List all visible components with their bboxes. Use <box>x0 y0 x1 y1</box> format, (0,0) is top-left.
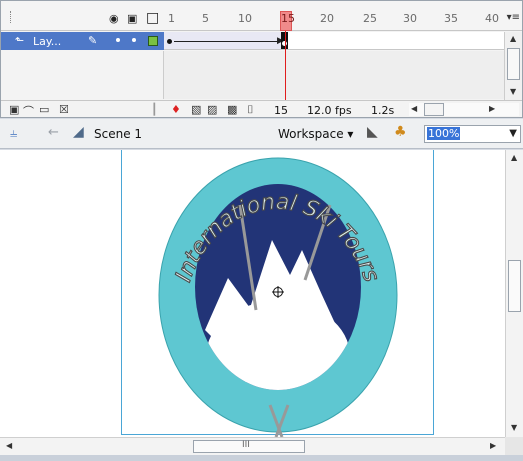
zoom-value[interactable]: 100% <box>427 127 461 140</box>
scene-label[interactable]: Scene 1 <box>94 127 142 141</box>
ruler-label: 30 <box>403 12 417 25</box>
ruler-label: 1 <box>168 12 175 25</box>
motion-tween-line <box>174 41 282 42</box>
visibility-dot[interactable] <box>116 38 120 42</box>
ruler-label: 35 <box>444 12 458 25</box>
timeline-horizontal-scrollbar[interactable]: ◀ ▶ <box>409 103 519 116</box>
scroll-up-icon[interactable]: ▲ <box>511 153 517 162</box>
scroll-right-icon[interactable]: ▶ <box>489 104 495 113</box>
layer-name[interactable]: Lay... <box>33 35 61 48</box>
layer-list-empty <box>1 51 164 99</box>
edit-multiple-frames-icon[interactable]: ▩ <box>227 103 237 116</box>
zoom-dropdown[interactable]: 100% ▼ <box>424 125 521 143</box>
logo-graphic[interactable]: International Ski Tours <box>0 150 505 437</box>
scroll-right-icon[interactable]: ▶ <box>490 441 496 450</box>
panel-menu-icon[interactable]: ▾≡ <box>507 12 520 23</box>
frame-rate[interactable]: 12.0 fps <box>307 104 352 117</box>
workspace-button[interactable]: Workspace ▾ <box>278 127 353 141</box>
elapsed-time: 1.2s <box>371 104 395 117</box>
edit-scene-icon[interactable]: ◣ <box>367 124 378 140</box>
frame-ruler[interactable]: 1 5 10 15 20 25 30 35 40 <box>164 1 522 31</box>
current-frame: 15 <box>274 104 288 117</box>
scroll-thumb[interactable] <box>508 260 521 312</box>
layer-row[interactable]: ⬑ Lay... ✎ <box>1 32 164 50</box>
start-keyframe[interactable] <box>167 39 172 44</box>
eye-icon[interactable]: ◉ <box>109 13 119 24</box>
new-folder-icon[interactable]: ▭ <box>39 103 49 116</box>
scroll-thumb[interactable]: III <box>193 440 305 453</box>
stage-canvas[interactable]: International Ski Tours <box>0 150 505 437</box>
scroll-thumb[interactable] <box>507 48 520 80</box>
scroll-thumb[interactable] <box>424 103 444 116</box>
playhead-label: 15 <box>281 12 295 25</box>
scroll-grip: III <box>242 440 250 450</box>
footer-strip <box>0 455 523 461</box>
timeline-vertical-scrollbar[interactable]: ▲ ▼ <box>504 32 522 100</box>
scroll-left-icon[interactable]: ◀ <box>411 104 417 113</box>
frame-area-empty <box>164 51 504 99</box>
center-frame-icon[interactable]: ♦ <box>171 103 181 116</box>
lock-dot[interactable] <box>132 38 136 42</box>
outline-color-swatch[interactable] <box>148 36 158 46</box>
ruler-label: 5 <box>202 12 209 25</box>
frame-track[interactable]: ▶ <box>164 32 504 50</box>
stage-icon[interactable]: ⫨ <box>10 126 17 141</box>
outline-icon[interactable]: □ <box>146 11 159 25</box>
timeline-panel: ◉ ▣ □ 1 5 10 15 20 25 30 35 40 ▾≡ ⬑ Lay.… <box>0 0 523 118</box>
ruler-label: 10 <box>238 12 252 25</box>
new-layer-icon[interactable]: ▣ <box>9 103 19 116</box>
ruler-label: 20 <box>320 12 334 25</box>
pencil-icon: ✎ <box>88 34 98 47</box>
motion-guide-icon[interactable]: ⌒ <box>23 103 34 117</box>
trash-icon[interactable]: ☒ <box>59 103 69 116</box>
playhead-line <box>285 31 286 101</box>
scroll-corner <box>505 437 523 455</box>
divider-grip: ┃ <box>151 103 158 116</box>
scene-clapper-icon: ◢ <box>73 124 84 140</box>
scroll-down-icon[interactable]: ▼ <box>510 87 516 96</box>
stage-vertical-scrollbar[interactable]: ▲ ▼ <box>505 150 523 437</box>
layer-type-icon: ⬑ <box>15 34 25 47</box>
onion-skin-icon[interactable]: ▧ <box>191 103 201 116</box>
back-arrow-icon[interactable]: ← <box>48 125 59 140</box>
edit-bar: ⫨ ← ◢ Scene 1 Workspace ▾ ◣ ♣ 100% ▼ <box>0 119 523 149</box>
lock-icon[interactable]: ▣ <box>127 13 137 24</box>
stage-horizontal-scrollbar[interactable]: ◀ III ▶ <box>0 437 505 455</box>
playhead[interactable]: 15 <box>280 11 295 31</box>
timeline-header: ◉ ▣ □ 1 5 10 15 20 25 30 35 40 ▾≡ <box>1 1 522 31</box>
onion-outline-icon[interactable]: ▨ <box>207 103 217 116</box>
scroll-left-icon[interactable]: ◀ <box>6 441 12 450</box>
scroll-up-icon[interactable]: ▲ <box>510 34 516 43</box>
panel-grip[interactable] <box>10 11 12 23</box>
timeline-status-bar: ▣ ⌒ ▭ ☒ ┃ ♦ ▧ ▨ ▩ ⌷ 15 12.0 fps 1.2s ◀ ▶ <box>1 100 522 117</box>
ruler-label: 40 <box>485 12 499 25</box>
onion-markers-icon[interactable]: ⌷ <box>247 103 254 117</box>
chevron-down-icon[interactable]: ▼ <box>509 128 517 139</box>
scroll-down-icon[interactable]: ▼ <box>511 423 517 432</box>
ruler-label: 25 <box>363 12 377 25</box>
edit-symbols-icon[interactable]: ♣ <box>394 124 407 140</box>
